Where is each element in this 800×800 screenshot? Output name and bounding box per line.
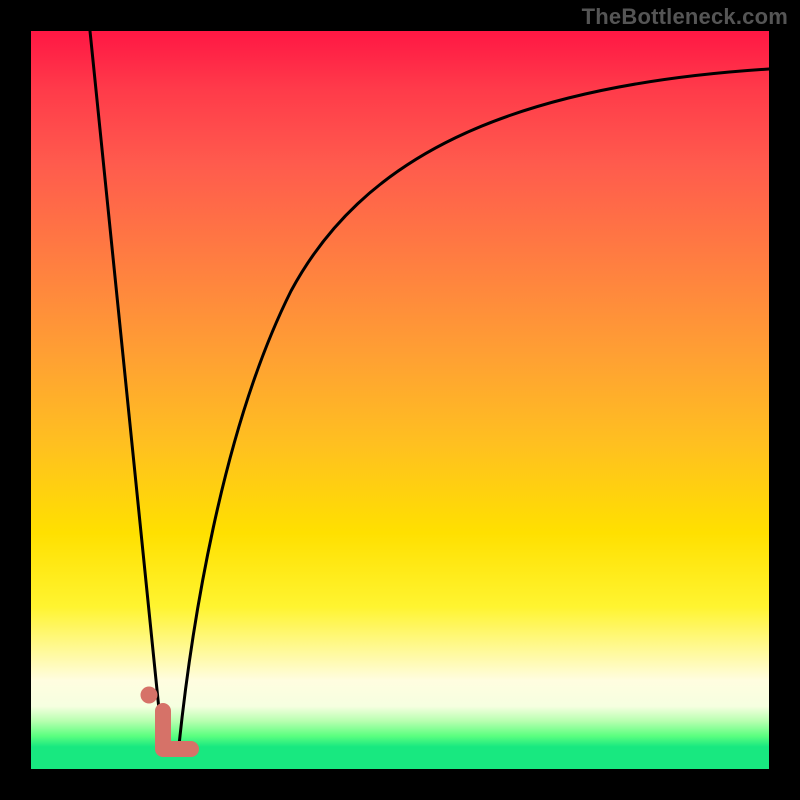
chart-frame: TheBottleneck.com — [0, 0, 800, 800]
marker-hook — [163, 711, 191, 749]
watermark-text: TheBottleneck.com — [582, 4, 788, 30]
plot-svg — [31, 31, 769, 769]
marker-dot — [141, 687, 158, 704]
right-bottleneck-curve — [179, 69, 769, 745]
plot-area — [31, 31, 769, 769]
left-bottleneck-line — [90, 31, 162, 739]
